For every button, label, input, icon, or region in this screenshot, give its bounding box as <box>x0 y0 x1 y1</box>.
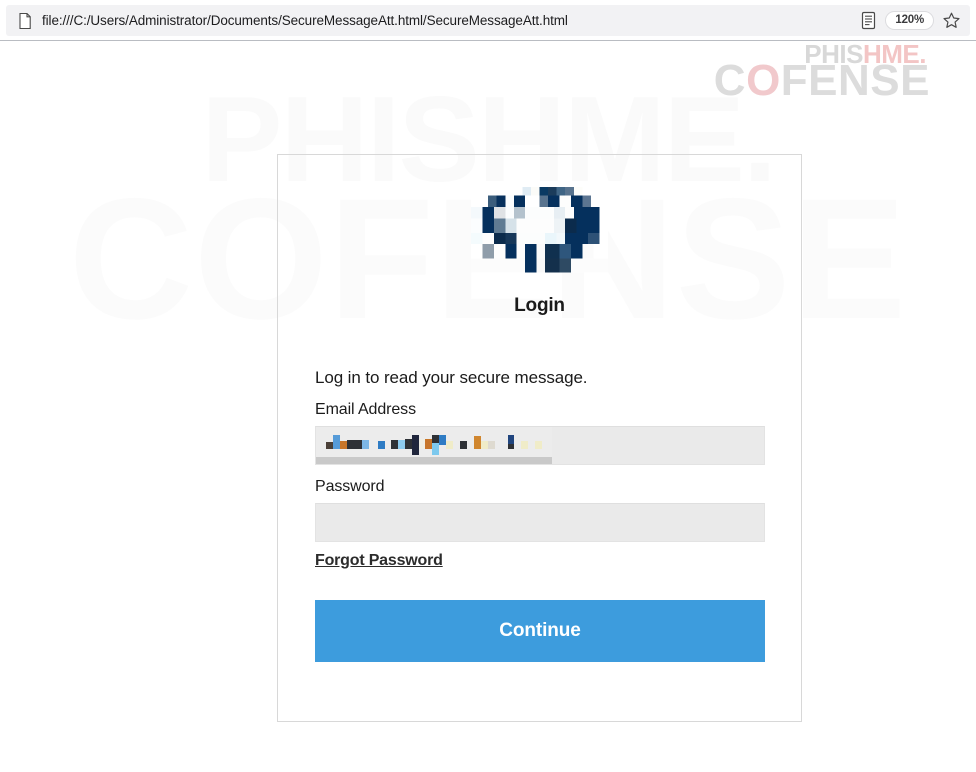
forgot-password-link[interactable]: Forgot Password <box>315 552 443 570</box>
redaction-underline <box>316 457 552 464</box>
password-label: Password <box>315 478 385 495</box>
url-text[interactable]: file:///C:/Users/Administrator/Documents… <box>42 13 860 28</box>
login-card: Login Log in to read your secure message… <box>277 154 802 722</box>
pixelated-company-logo <box>471 184 608 273</box>
reader-mode-icon[interactable] <box>860 11 877 30</box>
document-icon <box>16 12 34 30</box>
page-title: Login <box>514 295 565 316</box>
page-content: PHISHME. COFENSE PHISHME. COFENSE <box>0 41 976 772</box>
chrome-actions: 120% <box>860 10 961 31</box>
zoom-level-badge[interactable]: 120% <box>885 10 934 31</box>
redaction-pixels-icon <box>326 435 542 455</box>
cofense-letters-rest: FENSE <box>780 56 930 106</box>
cofense-logo: PHISHME. COFENSE <box>714 41 930 103</box>
browser-chrome: file:///C:/Users/Administrator/Documents… <box>0 0 976 41</box>
email-label: Email Address <box>315 401 416 418</box>
password-input[interactable] <box>315 503 765 542</box>
continue-button[interactable]: Continue <box>315 600 765 662</box>
address-bar[interactable]: file:///C:/Users/Administrator/Documents… <box>6 5 970 36</box>
cofense-letter-c: C <box>713 56 747 106</box>
email-input[interactable] <box>315 426 765 465</box>
login-subtitle: Log in to read your secure message. <box>315 368 588 387</box>
cofense-wordmark: COFENSE <box>714 59 930 103</box>
cofense-letter-o: O <box>746 56 781 106</box>
star-icon[interactable] <box>942 11 961 30</box>
redacted-email-value <box>316 427 552 464</box>
